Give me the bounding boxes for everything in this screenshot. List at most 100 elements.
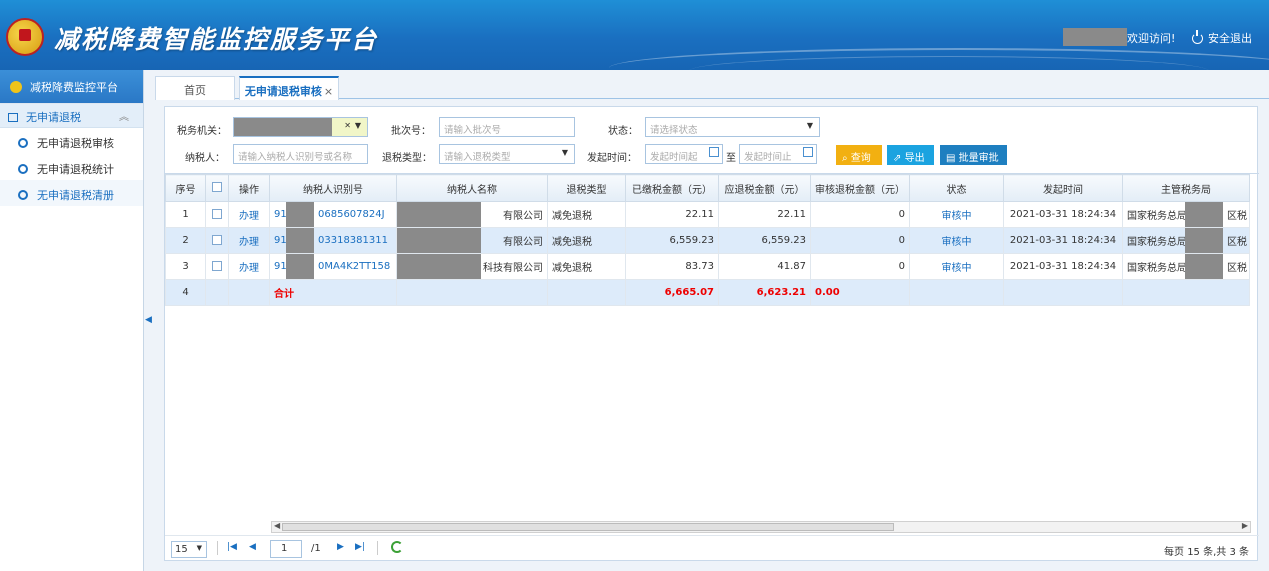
sidebar-item-label: 无申请退税审核: [37, 137, 114, 150]
scrollbar-thumb[interactable]: [282, 523, 894, 531]
handle-link[interactable]: 办理: [228, 201, 270, 228]
page-number-input[interactable]: 1: [270, 540, 302, 558]
export-button[interactable]: ⇗ 导出: [887, 145, 934, 165]
welcome-text: 欢迎访问!: [1127, 32, 1176, 45]
document-icon: ▤: [946, 153, 956, 164]
col-header[interactable]: 状态: [909, 174, 1004, 202]
pager-info: 每页 15 条,共 3 条: [1164, 547, 1249, 558]
search-icon: ⌕: [842, 153, 848, 164]
first-page-icon[interactable]: |◀: [227, 542, 237, 552]
dropdown-arrow-icon[interactable]: ▼: [807, 121, 813, 130]
batch-input[interactable]: 请输入批次号: [439, 117, 575, 137]
row-checkbox[interactable]: [212, 260, 222, 271]
clear-icon[interactable]: ✕: [344, 121, 351, 130]
start-time-cell: 2021-03-31 18:24:34: [1003, 201, 1123, 228]
batch-review-button[interactable]: ▤ 批量审批: [940, 145, 1007, 165]
taxpayer-name: 科技有限公司: [483, 263, 543, 274]
logout-link[interactable]: 安全退出: [1192, 30, 1252, 46]
sidebar-item-register[interactable]: 无申请退税清册: [0, 180, 143, 206]
tax-bureau-suffix: 区税: [1227, 211, 1247, 222]
refund-type-label: 退税类型：: [382, 153, 432, 164]
tax-bureau-cell: 国家税务总局 区税: [1122, 227, 1250, 254]
sidebar-item-review[interactable]: 无申请退税审核: [0, 128, 143, 154]
status-select[interactable]: 请选择状态 ▼: [645, 117, 820, 137]
taxpayer-name: 有限公司: [503, 237, 543, 248]
query-button[interactable]: ⌕ 查询: [836, 145, 882, 165]
data-grid: 序号 操作 纳税人识别号 纳税人名称 退税类型 已缴税金额（元） 应退税金额（元…: [165, 173, 1259, 521]
scroll-left-arrow-icon[interactable]: ◀: [274, 521, 280, 530]
time-start-placeholder: 发起时间起: [650, 152, 698, 163]
query-label: 查询: [850, 153, 871, 164]
handle-link[interactable]: 办理: [228, 227, 270, 254]
refund-type-cell: 减免退税: [547, 253, 626, 280]
prev-page-icon[interactable]: ◀: [249, 542, 256, 552]
refund-type-placeholder: 请输入退税类型: [444, 152, 511, 163]
scroll-right-arrow-icon[interactable]: ▶: [1242, 521, 1248, 530]
refund-type-select[interactable]: 请输入退税类型 ▼: [439, 144, 575, 164]
collapse-up-icon[interactable]: ︽: [119, 108, 129, 123]
total-pages: /1: [311, 543, 321, 554]
status-link[interactable]: 审核中: [909, 201, 1004, 228]
sidebar-item-stats[interactable]: 无申请退税统计: [0, 154, 143, 180]
tax-office-select[interactable]: ✕ ▼: [233, 117, 368, 137]
main-panel: 税务机关： ✕ ▼ 批次号： 请输入批次号 状态： 请选择状态 ▼ 纳税人： 请输入…: [164, 106, 1259, 561]
tab-close-icon[interactable]: ×: [324, 85, 333, 98]
status-link[interactable]: 审核中: [909, 253, 1004, 280]
taxpayer-id-cell[interactable]: 91 0MA4K2TT158: [269, 253, 397, 280]
tab-home[interactable]: 首页: [155, 76, 235, 100]
col-header[interactable]: 纳税人名称: [396, 174, 548, 202]
col-header[interactable]: 纳税人识别号: [269, 174, 397, 202]
tab-current[interactable]: 无申请退税审核 ×: [239, 76, 339, 100]
summary-audit-total: 0.00: [810, 279, 910, 306]
calendar-icon[interactable]: [709, 147, 719, 157]
col-header[interactable]: 主管税务局: [1122, 174, 1250, 202]
status-link[interactable]: 审核中: [909, 227, 1004, 254]
col-header[interactable]: 审核退税金额（元）: [810, 174, 910, 202]
sidebar-collapse-arrow-icon[interactable]: ◀: [145, 315, 152, 325]
calendar-icon[interactable]: [803, 147, 813, 157]
empty-cell: [1122, 279, 1250, 306]
dropdown-arrow-icon[interactable]: ▼: [355, 121, 361, 130]
row-number: 3: [165, 253, 206, 280]
col-header-select-all[interactable]: [205, 174, 229, 202]
refund-amount-cell: 22.11: [718, 201, 811, 228]
col-header[interactable]: 已缴税金额（元）: [625, 174, 719, 202]
taxpayer-id-cell[interactable]: 91 03318381311: [269, 227, 397, 254]
row-checkbox[interactable]: [212, 234, 222, 245]
tab-current-label: 无申请退税审核: [244, 85, 322, 98]
circle-icon: [18, 138, 28, 148]
row-select[interactable]: [205, 201, 229, 228]
refresh-icon[interactable]: [391, 541, 403, 553]
col-header[interactable]: 退税类型: [547, 174, 626, 202]
taxpayer-input[interactable]: 请输入纳税人识别号或名称: [233, 144, 368, 164]
col-header[interactable]: 发起时间: [1003, 174, 1123, 202]
taxpayer-id-suffix: 03318381311: [318, 235, 388, 246]
time-start-input[interactable]: 发起时间起: [645, 144, 723, 164]
row-checkbox[interactable]: [212, 208, 222, 219]
tax-office-label: 税务机关：: [177, 126, 227, 137]
table-row[interactable]: 1 办理 91 0685607824J 有限公司 减免退税 22.11 22.11…: [165, 201, 1250, 228]
summary-label: 合计: [269, 279, 397, 306]
sidebar-item-label: 无申请退税统计: [37, 163, 114, 176]
taxpayer-id-cell[interactable]: 91 0685607824J: [269, 201, 397, 228]
summary-refund-total: 6,623.21: [718, 279, 811, 306]
next-page-icon[interactable]: ▶: [337, 542, 344, 552]
pager-divider: [217, 541, 218, 555]
sidebar-title[interactable]: 减税降费监控平台: [0, 70, 143, 104]
col-header[interactable]: 应退税金额（元）: [718, 174, 811, 202]
handle-link[interactable]: 办理: [228, 253, 270, 280]
table-row[interactable]: 2 办理 91 03318381311 有限公司 减免退税 6,559.23 6,…: [165, 227, 1250, 254]
dropdown-arrow-icon[interactable]: ▼: [562, 148, 568, 157]
page-size-select[interactable]: 15 ▼: [171, 541, 207, 558]
time-end-input[interactable]: 发起时间止: [739, 144, 817, 164]
row-select[interactable]: [205, 227, 229, 254]
paid-amount-cell: 22.11: [625, 201, 719, 228]
select-all-checkbox[interactable]: [212, 182, 222, 192]
last-page-icon[interactable]: ▶|: [355, 542, 365, 552]
pager-divider: [377, 541, 378, 555]
row-select[interactable]: [205, 253, 229, 280]
horizontal-scrollbar[interactable]: ◀ ▶: [271, 521, 1251, 533]
taxpayer-name-cell: 有限公司: [396, 227, 548, 254]
sidebar-group[interactable]: 无申请退税 ︽: [0, 104, 143, 128]
table-row[interactable]: 3 办理 91 0MA4K2TT158 科技有限公司 减免退税 83.73 41.…: [165, 253, 1250, 280]
